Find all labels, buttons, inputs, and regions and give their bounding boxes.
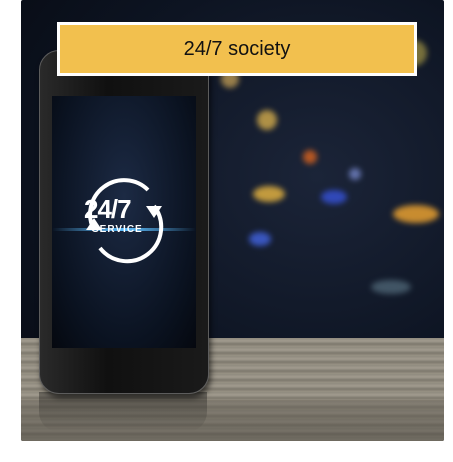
screen-headline: 24/7 — [84, 194, 132, 224]
bokeh-light — [249, 232, 271, 246]
bokeh-light — [393, 205, 439, 223]
caption-banner: 24/7 society — [57, 22, 417, 76]
bokeh-light — [303, 150, 317, 164]
smartphone: 24/7 SERVICE — [39, 50, 209, 394]
bokeh-light — [257, 110, 277, 130]
bokeh-light — [371, 280, 411, 294]
bokeh-light — [253, 186, 285, 202]
caption-text: 24/7 society — [183, 37, 291, 60]
phone-reflection — [39, 392, 207, 432]
screen-subline: SERVICE — [92, 224, 143, 235]
bokeh-light — [349, 168, 361, 180]
bokeh-light — [321, 190, 347, 204]
phone-screen: 24/7 SERVICE — [52, 96, 196, 348]
